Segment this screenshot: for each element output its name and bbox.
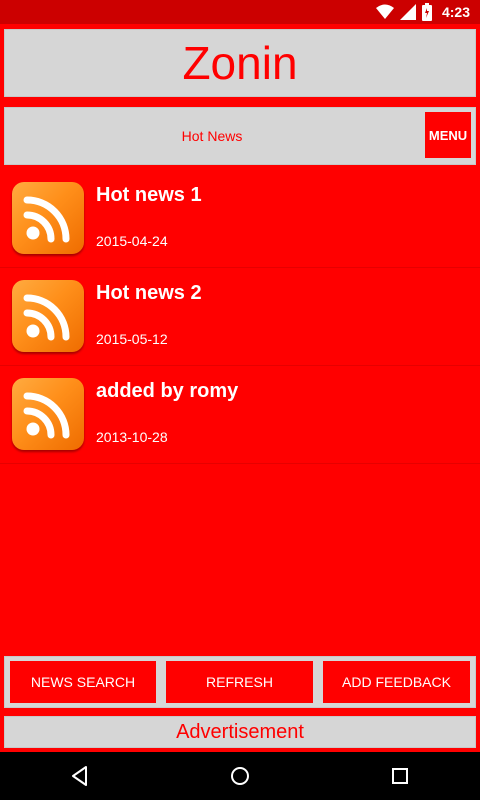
- add-feedback-button[interactable]: ADD FEEDBACK: [323, 661, 470, 703]
- status-bar: 4:23: [0, 0, 480, 24]
- news-title: added by romy: [96, 380, 239, 402]
- news-date: 2013-10-28: [96, 429, 168, 445]
- app-content: Zonin Hot News MENU Hot news 1 2015-04-2…: [0, 24, 480, 752]
- wifi-icon: [375, 4, 394, 19]
- navigation-bar: [0, 752, 480, 800]
- news-search-button[interactable]: NEWS SEARCH: [10, 661, 156, 703]
- news-title: Hot news 2: [96, 282, 202, 304]
- news-list-item[interactable]: Hot news 2 2015-05-12: [0, 268, 480, 366]
- signal-icon: [399, 4, 416, 20]
- status-icons: 4:23: [375, 3, 470, 21]
- recents-icon[interactable]: [388, 764, 412, 788]
- section-header: Hot News MENU: [4, 107, 476, 165]
- news-date: 2015-04-24: [96, 233, 168, 249]
- news-title: Hot news 1: [96, 184, 202, 206]
- refresh-button[interactable]: REFRESH: [166, 661, 313, 703]
- section-title: Hot News: [181, 128, 243, 144]
- menu-button[interactable]: MENU: [425, 112, 471, 158]
- rss-icon: [12, 378, 84, 450]
- bottom-button-bar: NEWS SEARCH REFRESH ADD FEEDBACK: [4, 656, 476, 708]
- home-icon[interactable]: [228, 764, 252, 788]
- app-title: Zonin: [182, 37, 298, 89]
- back-icon[interactable]: [68, 764, 92, 788]
- news-list: Hot news 1 2015-04-24 Hot news 2 2015-05…: [0, 170, 480, 464]
- rss-icon: [12, 280, 84, 352]
- status-time: 4:23: [441, 4, 470, 20]
- news-list-item[interactable]: added by romy 2013-10-28: [0, 366, 480, 464]
- battery-icon: [421, 3, 432, 21]
- rss-icon: [12, 182, 84, 254]
- title-header: Zonin: [4, 29, 476, 97]
- news-date: 2015-05-12: [96, 331, 168, 347]
- advertisement-banner[interactable]: Advertisement: [4, 716, 476, 748]
- news-list-item[interactable]: Hot news 1 2015-04-24: [0, 170, 480, 268]
